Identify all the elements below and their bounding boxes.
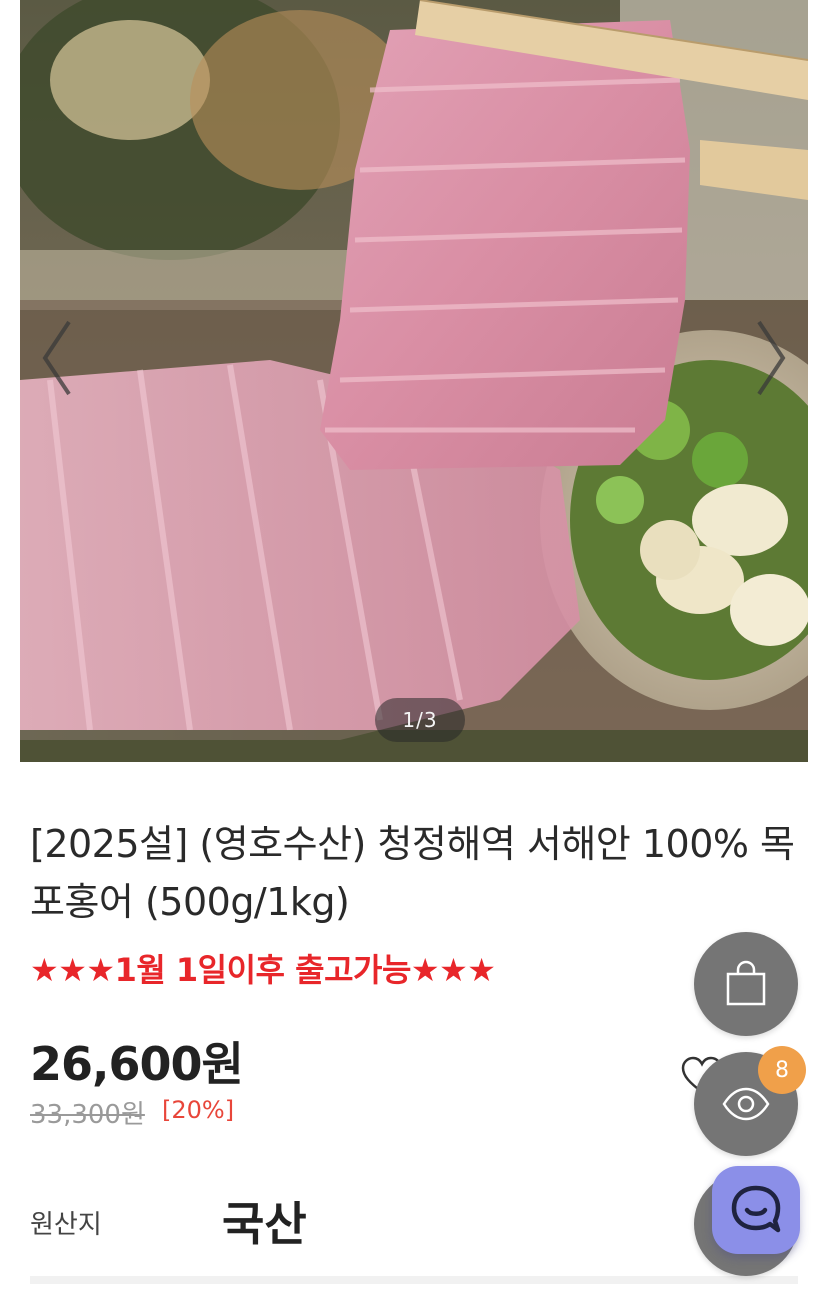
chevron-right-icon: [757, 320, 786, 396]
carousel-next-button[interactable]: [750, 318, 794, 398]
chevron-left-icon: [42, 320, 71, 396]
chat-icon: [731, 1185, 781, 1233]
discount-rate: [20%]: [162, 1096, 235, 1124]
carousel-prev-button[interactable]: [34, 318, 78, 398]
viewed-count-badge: 8: [758, 1046, 806, 1094]
chat-button[interactable]: [712, 1166, 800, 1254]
origin-value: 국산: [222, 1197, 307, 1251]
product-title: [2025설] (영호수산) 청정해역 서해안 100% 목포홍어 (500g/…: [30, 822, 795, 924]
origin-label: 원산지: [30, 1210, 102, 1240]
section-divider: [30, 1276, 798, 1284]
product-detail-page: 1/3 [2025설] (영호수산) 청정해역 서해안 100% 목포홍어 (5…: [0, 0, 828, 1294]
carousel-page-counter: 1/3: [375, 698, 465, 742]
original-price: 33,300원: [30, 1100, 145, 1130]
product-image-carousel[interactable]: 1/3: [20, 0, 808, 762]
shipping-notice: ★★★1월 1일이후 출고가능★★★: [30, 951, 496, 989]
eye-icon: [722, 1087, 770, 1121]
product-photo: [20, 0, 808, 762]
shopping-bag-icon: [726, 960, 766, 1006]
cart-floating-button[interactable]: [694, 932, 798, 1036]
sale-price: 26,600원: [30, 1037, 244, 1091]
